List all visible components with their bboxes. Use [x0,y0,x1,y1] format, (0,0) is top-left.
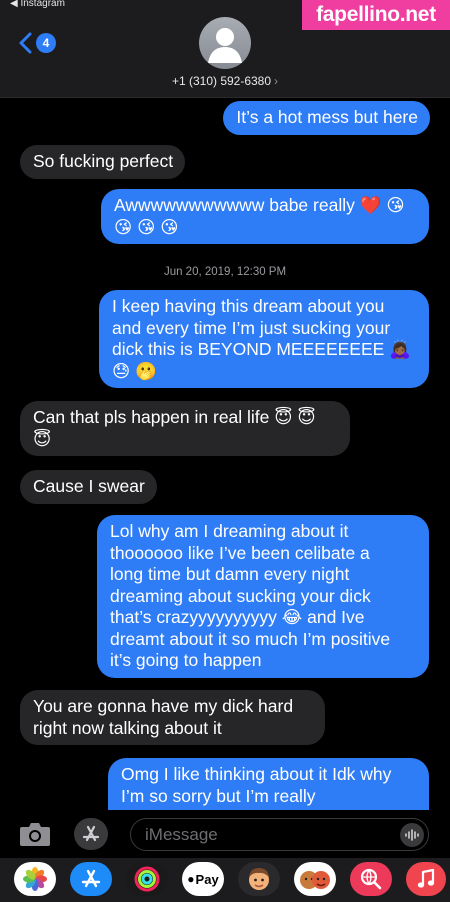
chevron-left-icon [19,32,32,54]
unread-count-badge: 4 [36,33,56,53]
message-line: I’m so sorry but I’m really [121,785,316,806]
watermark-logo: fapellino.net [302,0,450,30]
memoji-face-icon [249,868,269,890]
photos-app-icon[interactable] [14,862,56,896]
magnifier-globe-icon [360,868,382,890]
message-line: 😇 [33,428,52,449]
animoji-faces-icon [300,871,330,889]
app-store-icon [81,869,101,888]
message-line: Lol why am I dreaming about it [110,521,349,541]
message-line: thoooooo like I’ve been celibate a [110,542,370,563]
message-bubble-outgoing[interactable]: It’s a hot mess but here [223,101,430,135]
audio-message-button[interactable] [400,823,424,847]
message-bubble-incoming[interactable]: So fucking perfect [20,145,186,179]
image-search-app-icon[interactable] [350,862,392,896]
message-bubble-incoming[interactable]: Can that pls happen in real life 😇 😇 😇 [20,401,350,456]
apple-pay-app-icon[interactable]: ● Pay [182,862,224,896]
message-line: 😓 🫢 [112,360,157,381]
imessage-input[interactable]: iMessage [130,818,429,851]
message-line: You are gonna have my dick hard [33,696,294,716]
message-bubble-outgoing[interactable]: Lol why am I dreaming about it thoooooo … [97,515,429,678]
animoji-app-icon[interactable] [294,862,336,896]
app-store-app-icon[interactable] [70,862,112,896]
music-app-icon[interactable] [406,862,446,896]
music-note-icon [417,868,435,888]
message-line: dreaming about sucking your dick [110,585,371,606]
camera-button[interactable] [18,820,52,848]
message-line: it’s going to happen [110,650,262,670]
contact-phone-number[interactable]: +1 (310) 592-6380 › [0,74,450,88]
message-line: Cause I swear [33,476,145,496]
message-bubble-incoming[interactable]: Cause I swear [20,470,157,504]
message-bubble-incoming[interactable]: You are gonna have my dick hard right no… [20,690,325,745]
chevron-right-icon: › [274,74,279,88]
person-icon [208,28,242,63]
message-line: Awwwwwwwwwww babe really ❤️ 😘 [114,195,405,215]
apple-logo-icon: ● [187,872,195,886]
message-line: 😘 😘 😘 [114,216,179,237]
memoji-app-icon[interactable] [238,862,280,896]
activity-rings-icon [134,866,160,892]
app-store-icon [82,825,100,842]
back-to-app-link[interactable]: ◀ Instagram [10,0,65,9]
message-composer: iMessage [0,810,450,858]
message-line: Omg I like thinking about it Idk why [121,764,392,784]
message-line: long time but damn every night [110,564,350,584]
app-drawer: ● Pay [0,858,450,902]
message-bubble-outgoing[interactable]: Omg I like thinking about it Idk why I’m… [108,758,429,810]
back-button[interactable]: 4 [18,32,56,54]
message-line: dick this is BEYOND MEEEEEEEE 🙇🏾‍♀️ [112,339,411,359]
message-line: that’s crazyyyyyyyyyy 😂 and Ive [110,607,365,627]
phone-number-text: +1 (310) 592-6380 [171,74,272,88]
message-line: right now talking about it [33,717,222,738]
waveform-icon [405,829,419,841]
timestamp: Jun 20, 2019, 12:30 PM [163,266,287,278]
message-line: So fucking perfect [33,151,174,171]
message-bubble-outgoing[interactable]: I keep having this dream about you and e… [99,290,429,388]
imessage-placeholder: iMessage [145,825,218,844]
message-line: I keep having this dream about you [112,296,385,316]
message-line: dreamt about it so much I’m positive [110,628,391,649]
message-line: It’s a hot mess but here [236,107,418,127]
app-store-button[interactable] [74,818,108,850]
photos-icon [23,867,47,891]
message-line: and every time I’m just sucking your [112,317,391,338]
camera-icon [20,823,50,846]
message-line: Can that pls happen in real life 😇 😇 [33,407,316,427]
apple-pay-label: Pay [195,871,219,887]
message-bubble-outgoing[interactable]: Awwwwwwwwwww babe really ❤️ 😘 😘 😘 😘 [101,189,429,244]
activity-app-icon[interactable] [126,862,168,896]
contact-avatar[interactable] [199,17,251,69]
